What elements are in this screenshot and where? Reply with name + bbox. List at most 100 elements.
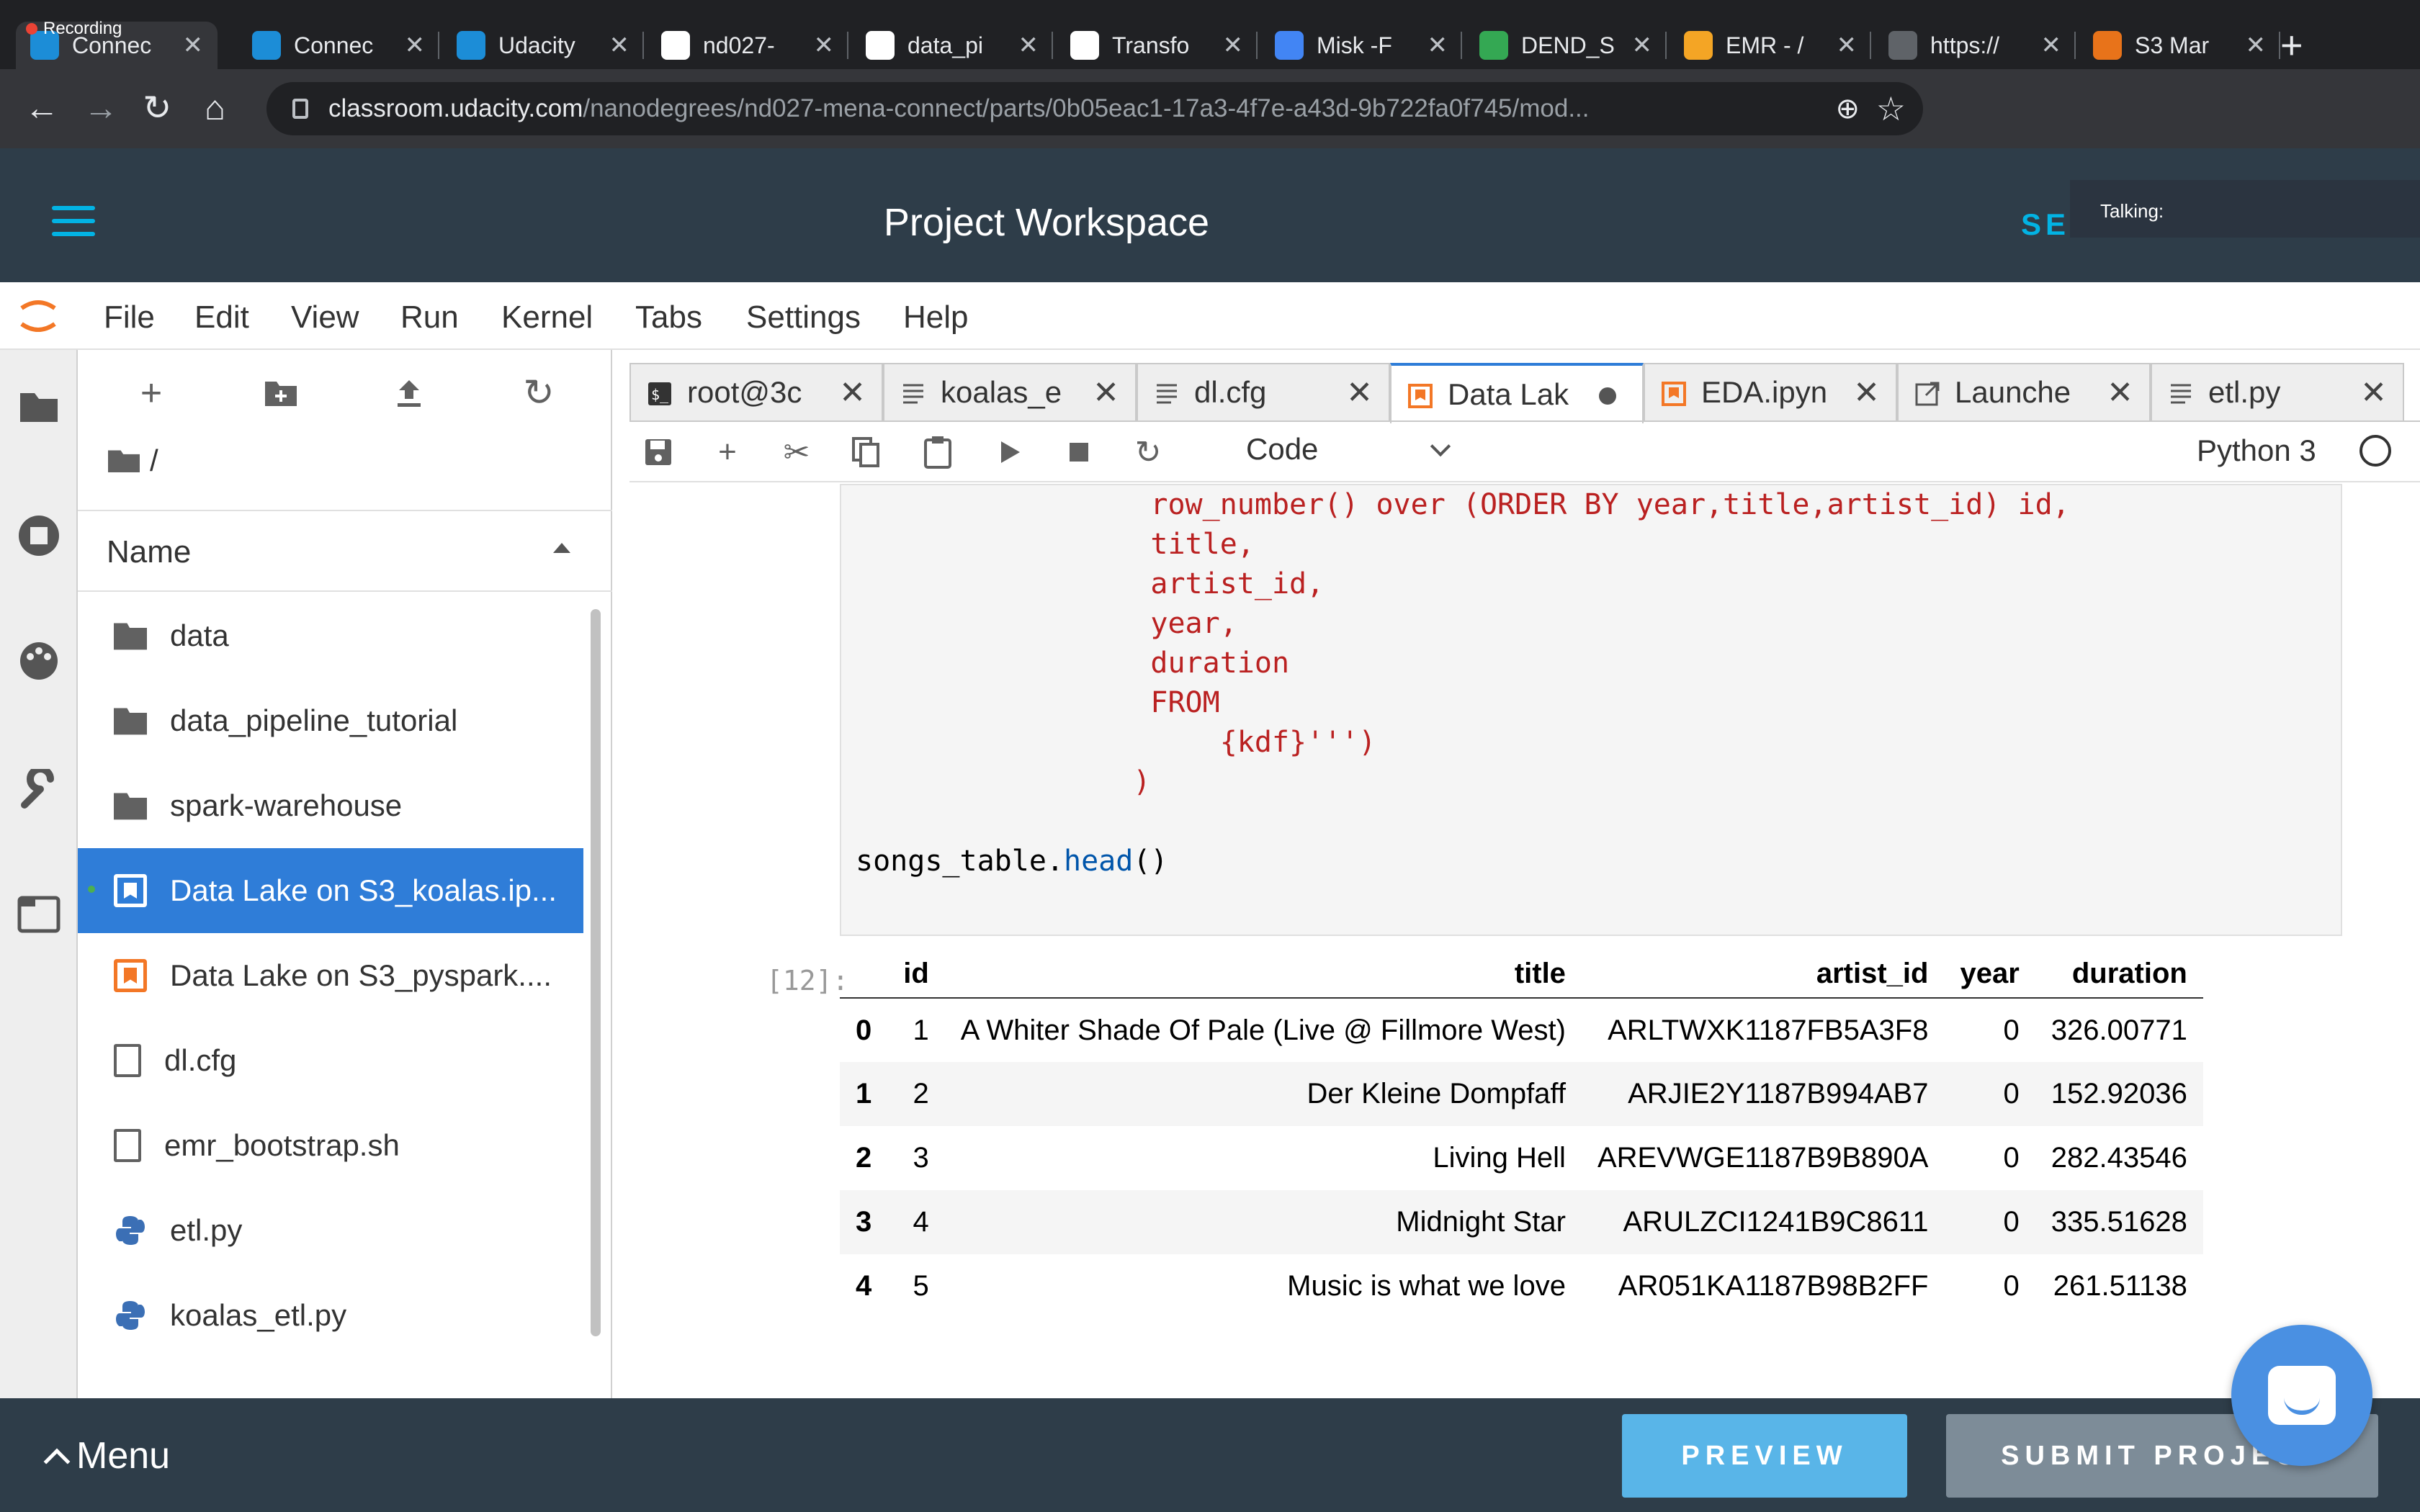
wrench-icon[interactable] <box>16 766 62 812</box>
unsaved-dot-icon[interactable] <box>1599 387 1616 405</box>
tab-separator <box>642 32 644 59</box>
close-tab-icon[interactable]: ✕ <box>2360 374 2387 411</box>
file-list-scrollbar[interactable] <box>591 609 601 1336</box>
browser-tab[interactable]: nd027- ✕ <box>647 22 848 69</box>
menu-tabs[interactable]: Tabs <box>635 300 702 336</box>
dataframe-output: id title artist_id year duration 0 1 A Whiter … <box>840 950 2203 1318</box>
tab-separator <box>1665 32 1667 59</box>
document-tab[interactable]: etl.py ✕ <box>2151 363 2404 420</box>
file-list-item[interactable]: emr_bootstrap.sh <box>78 1103 583 1188</box>
menu-run[interactable]: Run <box>400 300 459 336</box>
document-tab[interactable]: Launche ✕ <box>1897 363 2151 420</box>
save-icon[interactable] <box>642 436 674 468</box>
browser-tab[interactable]: S3 Mar ✕ <box>2079 22 2280 69</box>
file-list-header[interactable]: Name <box>78 510 612 592</box>
browser-tab[interactable]: DEND_S ✕ <box>1465 22 1667 69</box>
paste-icon[interactable] <box>922 436 954 469</box>
close-tab-icon[interactable]: ✕ <box>1346 374 1373 411</box>
upload-icon[interactable] <box>390 374 428 412</box>
file-list-item[interactable]: Data Lake on S3_koalas.ip... <box>78 848 583 933</box>
interrupt-kernel-icon[interactable] <box>1063 436 1095 468</box>
close-tab-icon[interactable]: ✕ <box>1632 31 1653 60</box>
browser-tab[interactable]: Connec ✕ <box>238 22 439 69</box>
running-kernels-icon[interactable] <box>16 513 62 559</box>
document-tab[interactable]: $_ root@3c ✕ <box>629 363 883 420</box>
restart-kernel-icon[interactable]: ↻ <box>1132 435 1164 470</box>
browser-tab[interactable]: EMR - / ✕ <box>1670 22 1871 69</box>
code-cell[interactable]: row_number() over (ORDER BY year,title,a… <box>840 484 2342 936</box>
browser-tab[interactable]: Udacity ✕ <box>442 22 644 69</box>
tabs-panel-icon[interactable] <box>16 891 62 937</box>
close-tab-icon[interactable]: ✕ <box>1853 374 1880 411</box>
close-tab-icon[interactable]: ✕ <box>814 31 835 60</box>
breadcrumb[interactable]: / <box>108 444 158 478</box>
aws-box-icon <box>1684 31 1713 60</box>
table-cell: 152.92036 <box>2035 1062 2203 1126</box>
browser-tab[interactable]: Transfo ✕ <box>1056 22 1258 69</box>
refresh-icon[interactable]: ↻ <box>520 372 557 414</box>
address-bar[interactable]: classroom.udacity.com/nanodegrees/nd027-… <box>266 82 1923 135</box>
cell-type-dropdown[interactable]: Code <box>1246 432 1451 472</box>
close-tab-icon[interactable]: ✕ <box>1428 31 1448 60</box>
document-tab[interactable]: dl.cfg ✕ <box>1137 363 1390 420</box>
file-list-item[interactable]: koalas_etl.py <box>78 1273 583 1358</box>
close-tab-icon[interactable]: ✕ <box>2107 374 2133 411</box>
name-column-header[interactable]: Name <box>107 534 191 570</box>
table-cell: Midnight Star <box>944 1190 1582 1254</box>
zoom-icon[interactable]: ⊕ <box>1835 92 1860 125</box>
new-launcher-plus-icon[interactable]: + <box>133 372 170 414</box>
close-tab-icon[interactable]: ✕ <box>839 374 866 411</box>
run-cell-icon[interactable] <box>994 436 1026 468</box>
kernel-name[interactable]: Python 3 <box>2197 433 2316 468</box>
browser-tab-title: data_pi <box>908 32 983 58</box>
document-tab[interactable]: koalas_e ✕ <box>883 363 1137 420</box>
close-tab-icon[interactable]: ✕ <box>405 31 426 60</box>
browser-tab[interactable]: Misk -F ✕ <box>1260 22 1462 69</box>
forward-icon[interactable]: → <box>84 88 118 130</box>
menu-edit[interactable]: Edit <box>194 300 249 336</box>
close-tab-icon[interactable]: ✕ <box>2041 31 2062 60</box>
file-list-item[interactable]: spark-warehouse <box>78 763 583 848</box>
back-icon[interactable]: ← <box>24 88 59 130</box>
palette-icon[interactable] <box>16 638 62 684</box>
new-folder-icon[interactable] <box>262 374 300 412</box>
browser-tab[interactable]: https:// ✕ <box>1874 22 2076 69</box>
file-list-item[interactable]: dl.cfg <box>78 1018 583 1103</box>
new-tab-button[interactable]: + <box>2280 22 2303 69</box>
table-cell: 0 <box>856 1014 872 1046</box>
close-tab-icon[interactable]: ✕ <box>1223 31 1244 60</box>
file-list-item[interactable]: data_pipeline_tutorial <box>78 678 583 763</box>
document-tab[interactable]: EDA.ipyn ✕ <box>1644 363 1897 420</box>
insert-cell-plus-icon[interactable]: + <box>712 434 743 469</box>
menu-view[interactable]: View <box>291 300 359 336</box>
sort-caret-icon[interactable] <box>553 543 570 553</box>
cut-scissors-icon[interactable]: ✂ <box>781 435 812 470</box>
menu-settings[interactable]: Settings <box>746 300 861 336</box>
close-tab-icon[interactable]: ✕ <box>1837 31 1857 60</box>
file-list-item[interactable]: etl.py <box>78 1188 583 1273</box>
close-tab-icon[interactable]: ✕ <box>183 31 204 60</box>
close-tab-icon[interactable]: ✕ <box>609 31 630 60</box>
chat-support-button[interactable] <box>2231 1325 2372 1466</box>
menu-kernel[interactable]: Kernel <box>501 300 593 336</box>
code-editor[interactable]: row_number() over (ORDER BY year,title,a… <box>856 485 2070 881</box>
menu-button[interactable]: Menu <box>43 1434 170 1477</box>
preview-button[interactable]: PREVIEW <box>1622 1414 1907 1498</box>
menu-help[interactable]: Help <box>903 300 969 336</box>
close-tab-icon[interactable]: ✕ <box>1093 374 1119 411</box>
home-icon[interactable]: ⌂ <box>205 88 225 130</box>
copy-icon[interactable] <box>850 436 882 468</box>
file-browser-toolbar: + ↻ <box>78 350 612 433</box>
browser-tab[interactable]: data_pi ✕ <box>851 22 1053 69</box>
url-text[interactable]: classroom.udacity.com/nanodegrees/nd027-… <box>328 94 1762 123</box>
file-list-item[interactable]: Data Lake on S3_pyspark.... <box>78 933 583 1018</box>
reload-icon[interactable]: ↻ <box>143 88 171 130</box>
file-browser-folder-icon[interactable] <box>16 383 62 429</box>
breadcrumb-path[interactable]: / <box>150 444 158 478</box>
close-tab-icon[interactable]: ✕ <box>2246 31 2267 60</box>
close-tab-icon[interactable]: ✕ <box>1018 31 1039 60</box>
file-list-item[interactable]: data <box>78 593 583 678</box>
document-tab[interactable]: Data Lak <box>1390 363 1644 423</box>
bookmark-star-icon[interactable]: ☆ <box>1876 89 1906 128</box>
menu-file[interactable]: File <box>104 300 155 336</box>
